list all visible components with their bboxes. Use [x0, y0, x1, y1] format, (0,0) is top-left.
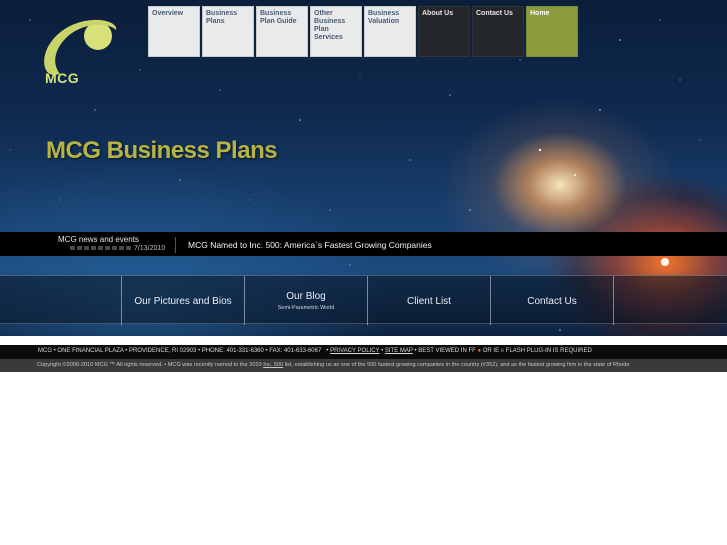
news-pager-dot[interactable]: [84, 246, 89, 250]
news-pager-dot[interactable]: [70, 246, 75, 250]
news-pager-dot[interactable]: [126, 246, 131, 250]
best-viewed-text: BEST VIEWED IN FF: [418, 348, 476, 354]
link-label: Client List: [407, 296, 451, 307]
nav-other-business-plan-services[interactable]: Other Business Plan Services: [310, 6, 362, 57]
ie-icon: e: [500, 348, 505, 354]
inc-500-link[interactable]: Inc. 500: [263, 362, 283, 368]
nav-business-plans[interactable]: Business Plans: [202, 6, 254, 57]
news-bar: MCG news and events 7/13/2010 MCG Named …: [0, 232, 727, 256]
hero-banner: MCG Overview Business Plans Business Pla…: [0, 0, 727, 336]
nav-home[interactable]: Home: [526, 6, 578, 57]
link-label: Our Blog: [286, 291, 326, 302]
footer-address: MCG • ONE FINANCIAL PLAZA • PROVIDENCE, …: [38, 348, 322, 354]
privacy-policy-link[interactable]: PRIVACY POLICY: [330, 348, 379, 354]
quick-links-bar: Our Pictures and Bios Our Blog Semi-Para…: [0, 275, 727, 325]
news-pager-dot[interactable]: [119, 246, 124, 250]
news-date: 7/13/2010: [134, 245, 166, 252]
nav-business-plan-guide[interactable]: Business Plan Guide: [256, 6, 308, 57]
flash-required-text: FLASH PLUG-IN IS REQUIRED: [505, 348, 592, 354]
page-title: MCG Business Plans: [46, 137, 278, 164]
footer-copyright-bar: Copyright ©2006-2010 MCG ™ All rights re…: [0, 359, 727, 372]
link-label: Contact Us: [527, 296, 577, 307]
link-our-blog[interactable]: Our Blog Semi-Parametric World: [244, 276, 367, 325]
link-sublabel: Semi-Parametric World: [277, 305, 335, 311]
nav-about-us[interactable]: About Us: [418, 6, 470, 57]
news-headline-link[interactable]: MCG Named to Inc. 500: America`s Fastest…: [188, 240, 432, 250]
link-label: Our Pictures and Bios: [134, 296, 232, 307]
link-empty-cell: [613, 276, 727, 325]
nav-business-valuation[interactable]: Business Valuation: [364, 6, 416, 57]
site-map-link[interactable]: SITE MAP: [385, 348, 413, 354]
copyright-text-continued: list, establishing us as one of the 500 …: [284, 362, 630, 368]
or-ie-text: OR IE: [482, 348, 500, 354]
news-pager-dot[interactable]: [112, 246, 117, 250]
divider: [175, 237, 176, 253]
link-pictures-and-bios[interactable]: Our Pictures and Bios: [121, 276, 244, 325]
news-label: MCG news and events: [58, 235, 139, 244]
news-pager-dot[interactable]: [91, 246, 96, 250]
firefox-icon: ●: [477, 348, 482, 354]
news-pager-dot[interactable]: [98, 246, 103, 250]
footer-address-bar: MCG • ONE FINANCIAL PLAZA • PROVIDENCE, …: [0, 345, 727, 359]
news-pager-dot[interactable]: [77, 246, 82, 250]
news-pager-dot[interactable]: [105, 246, 110, 250]
logo-text[interactable]: MCG: [45, 70, 79, 86]
nav-overview[interactable]: Overview: [148, 6, 200, 57]
nav-contact-us[interactable]: Contact Us: [472, 6, 524, 57]
copyright-text: Copyright ©2006-2010 MCG ™ All rights re…: [37, 362, 262, 368]
top-navigation: Overview Business Plans Business Plan Gu…: [148, 6, 580, 57]
link-client-list[interactable]: Client List: [367, 276, 490, 325]
link-contact-us[interactable]: Contact Us: [490, 276, 613, 325]
news-pager[interactable]: [70, 246, 133, 250]
